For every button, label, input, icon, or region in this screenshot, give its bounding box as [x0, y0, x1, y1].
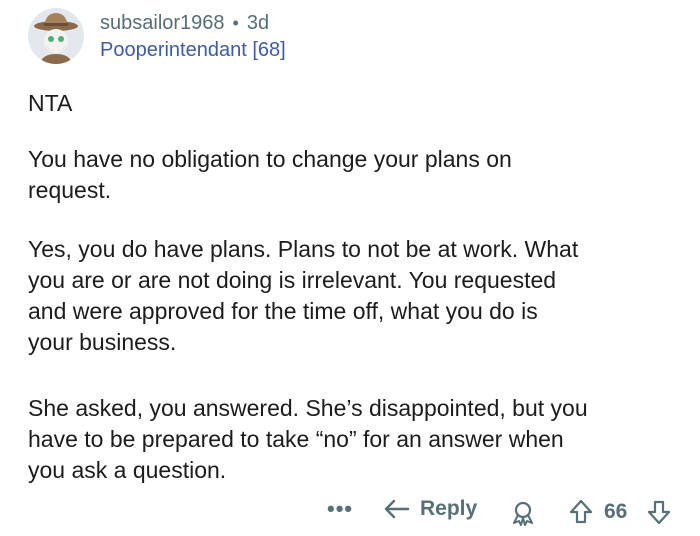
upvote-arrow-icon — [569, 499, 593, 524]
reply-label: Reply — [420, 497, 478, 520]
meta-line: subsailor1968 • 3d — [100, 10, 286, 36]
comment-actions: ••• Reply 66 — [0, 494, 700, 532]
comment-age: 3d — [246, 12, 270, 34]
comment-paragraph-3: She asked, you answered. She’s disappoin… — [28, 395, 588, 483]
avatar-icon — [28, 8, 84, 64]
comment-meta: subsailor1968 • 3d Pooperintendant [68] — [100, 10, 286, 63]
comment-paragraph-2: Yes, you do have plans. Plans to not be … — [28, 236, 579, 355]
separator-dot: • — [232, 13, 239, 33]
vote-score: 66 — [604, 500, 628, 523]
reply-arrow-icon — [384, 499, 410, 519]
comment-paragraph-1: You have no obligation to change your pl… — [28, 146, 512, 203]
award-icon — [513, 501, 533, 526]
comment-paragraph-nta: NTA — [28, 90, 73, 116]
downvote-arrow-icon — [647, 500, 671, 525]
upvote-button[interactable] — [568, 499, 594, 530]
avatar[interactable] — [28, 8, 84, 64]
username-link[interactable]: subsailor1968 — [100, 10, 225, 36]
award-button[interactable] — [510, 500, 536, 531]
more-options-button[interactable]: ••• — [327, 496, 353, 522]
reply-button[interactable]: Reply — [384, 497, 477, 521]
downvote-button[interactable] — [646, 499, 672, 530]
comment-header: subsailor1968 • 3d Pooperintendant [68] — [28, 8, 286, 64]
user-flair: Pooperintendant [68] — [100, 39, 286, 61]
